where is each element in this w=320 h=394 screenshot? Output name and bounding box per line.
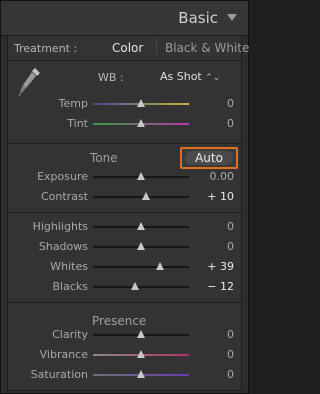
treatment-label: Treatment : [14,42,78,55]
tone-group-title: Tone [90,151,118,165]
wb-value: As Shot [160,70,202,83]
slider-thumb-contrast[interactable] [141,192,150,200]
slider-value-shadows[interactable]: 0 [194,240,234,253]
slider-thumb-shadows[interactable] [137,242,145,250]
wb-label: WB : [98,71,124,84]
treatment-divider [156,39,157,54]
slider-value-saturation[interactable]: 0 [194,368,234,381]
slider-thumb-temp[interactable] [137,99,145,107]
slider-thumb-exposure[interactable] [137,172,145,180]
slider-track-vibrance[interactable] [93,350,189,358]
collapse-triangle-icon[interactable] [227,14,237,21]
slider-track-whites[interactable] [93,262,189,270]
slider-label-temp: Temp [58,97,88,110]
slider-track-saturation[interactable] [93,370,189,378]
slider-track-shadows[interactable] [93,242,189,250]
wb-dropdown[interactable]: As Shot ⌃⌄ [160,70,220,83]
slider-thumb-blacks[interactable] [131,282,140,290]
slider-thumb-saturation[interactable] [137,370,145,378]
panel-title: Basic [178,9,218,27]
slider-value-contrast[interactable]: + 10 [194,190,234,203]
slider-label-highlights: Highlights [32,220,88,233]
slider-label-whites: Whites [50,260,88,273]
slider-track-clarity[interactable] [93,330,189,338]
slider-value-highlights[interactable]: 0 [194,220,234,233]
slider-thumb-clarity[interactable] [137,330,145,338]
slider-value-clarity[interactable]: 0 [194,328,234,341]
slider-label-vibrance: Vibrance [39,348,88,361]
slider-thumb-whites[interactable] [155,262,164,270]
auto-tone-button[interactable]: Auto [180,147,238,169]
slider-label-exposure: Exposure [37,170,88,183]
slider-label-saturation: Saturation [30,368,88,381]
divider [8,60,241,61]
slider-thumb-vibrance[interactable] [137,350,145,358]
slider-track-tint[interactable] [93,119,189,127]
slider-thumb-highlights[interactable] [137,222,145,230]
slider-value-temp[interactable]: 0 [194,97,234,110]
slider-label-shadows: Shadows [38,240,88,253]
panel-header[interactable]: Basic [1,1,248,36]
slider-track-blacks[interactable] [93,282,189,290]
slider-value-tint[interactable]: 0 [194,117,234,130]
slider-track-contrast[interactable] [93,192,189,200]
basic-panel: Basic Treatment : Color Black & White WB… [0,0,249,394]
slider-track-temp[interactable] [93,99,189,107]
panel-body: Treatment : Color Black & White WB : As … [7,35,249,391]
slider-label-tint: Tint [67,117,88,130]
slider-value-vibrance[interactable]: 0 [194,348,234,361]
divider [8,302,241,303]
wb-stepper-icon: ⌃⌄ [205,73,221,83]
slider-value-exposure[interactable]: 0.00 [194,170,235,183]
divider [8,212,241,213]
slider-thumb-tint[interactable] [137,119,145,127]
slider-track-highlights[interactable] [93,222,189,230]
slider-label-blacks: Blacks [52,280,89,293]
presence-group-title: Presence [92,314,147,328]
divider [8,143,241,144]
white-balance-eyedropper-icon[interactable] [18,66,42,100]
slider-value-blacks[interactable]: − 12 [194,280,234,293]
treatment-color-option[interactable]: Color [112,41,143,55]
slider-track-exposure[interactable] [93,172,189,180]
treatment-bw-option[interactable]: Black & White [165,41,249,55]
auto-label: Auto [185,151,233,165]
slider-label-clarity: Clarity [52,328,88,341]
slider-value-whites[interactable]: + 39 [194,260,234,273]
slider-label-contrast: Contrast [40,190,88,203]
